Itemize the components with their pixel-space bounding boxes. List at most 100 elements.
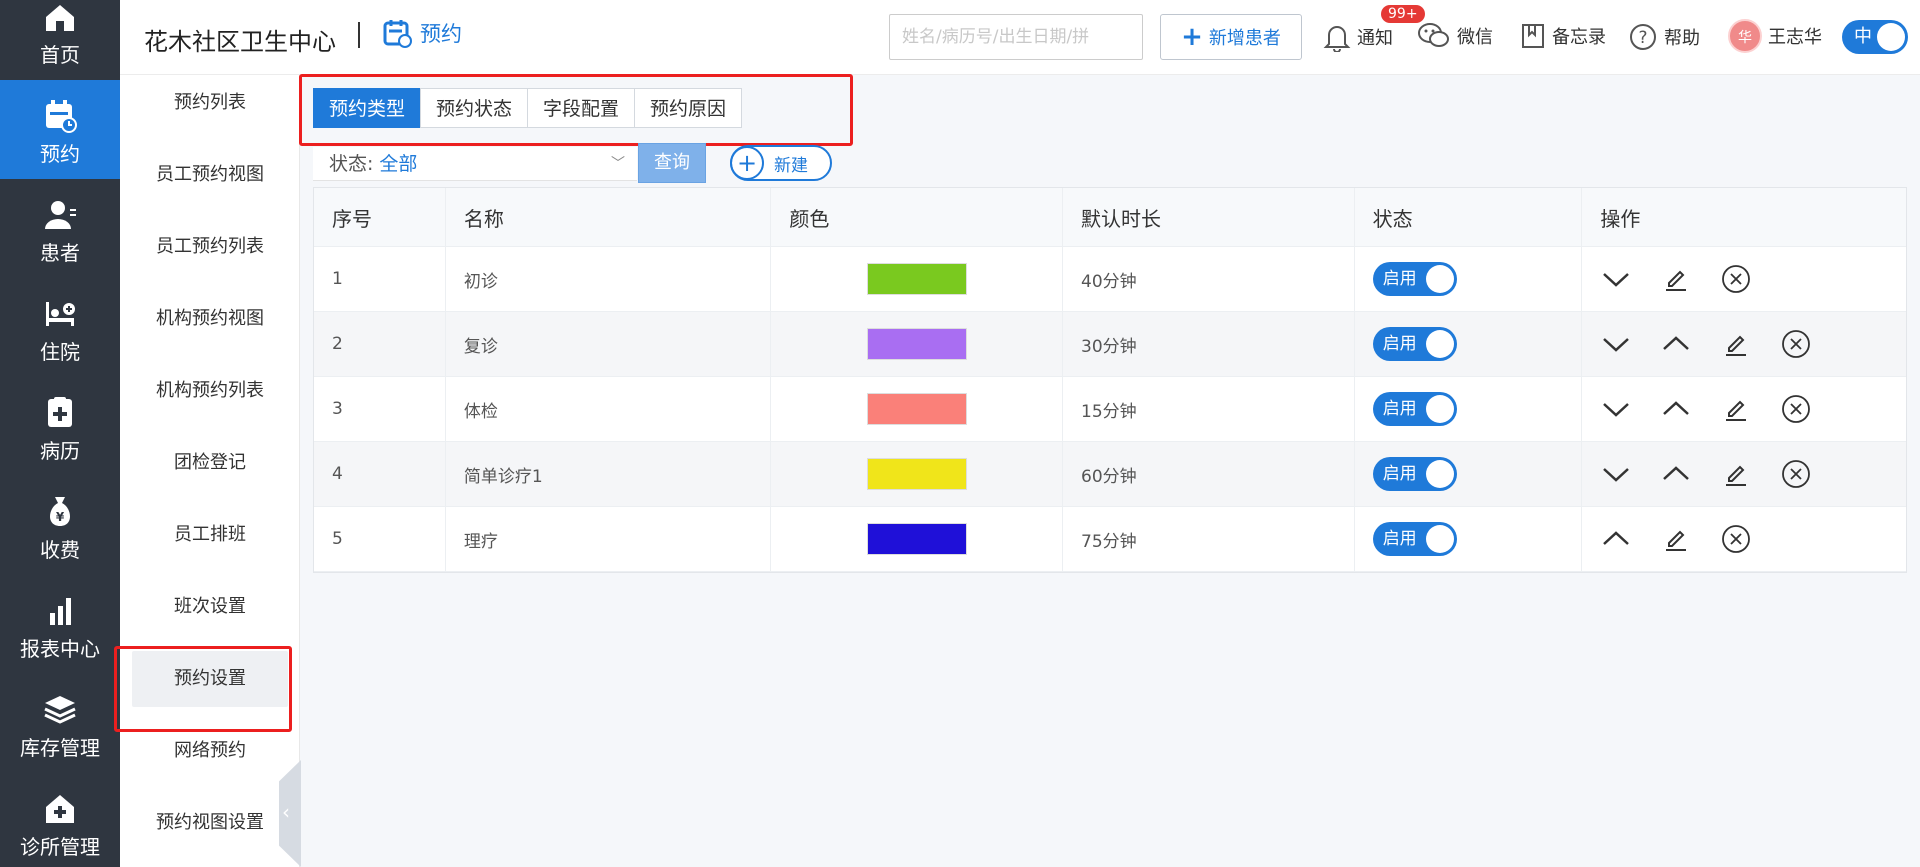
- subnav-item[interactable]: 员工预约视图: [132, 147, 288, 203]
- status-toggle[interactable]: 启用: [1372, 327, 1457, 361]
- nav-item-medical-record[interactable]: 病历: [0, 377, 120, 476]
- settings-tabs: 预约类型 预约状态 字段配置 预约原因: [313, 88, 743, 128]
- left-navigation: 首页预约 患者 住院 病历 ¥ 收费报表中心库存管理诊所管理: [0, 0, 120, 867]
- tab-item[interactable]: 预约原因: [634, 88, 743, 128]
- move-up-chevron-icon[interactable]: [1660, 458, 1692, 490]
- chevron-left-icon: ‹: [282, 800, 290, 824]
- cell-index: 3: [314, 377, 446, 441]
- cell-actions: [1582, 507, 1906, 571]
- cell-status: 启用: [1355, 312, 1583, 376]
- header-divider: [358, 22, 360, 48]
- top-header: 花木社区卫生中心 预约 + 新增患者 通知 99+ 微信 备忘录 ? 帮助 华 …: [120, 0, 1920, 75]
- delete-circle-x-icon[interactable]: [1720, 523, 1752, 555]
- status-toggle[interactable]: 启用: [1372, 392, 1457, 426]
- move-down-chevron-icon[interactable]: [1600, 328, 1632, 360]
- help-button[interactable]: ? 帮助: [1628, 22, 1700, 52]
- cell-duration: 60分钟: [1063, 442, 1355, 506]
- cell-color: [771, 507, 1064, 571]
- nav-item-money-bag[interactable]: ¥ 收费: [0, 476, 120, 575]
- nav-item-label: 库存管理: [20, 736, 100, 760]
- patient-search-input[interactable]: [889, 14, 1143, 60]
- status-filter-select[interactable]: 状态: 全部 ﹀: [313, 147, 637, 181]
- user-menu[interactable]: 华 王志华: [1728, 19, 1822, 53]
- cell-name: 初诊: [446, 247, 772, 311]
- edit-pencil-icon[interactable]: [1720, 328, 1752, 360]
- cell-name: 理疗: [446, 507, 772, 571]
- edit-pencil-icon[interactable]: [1660, 523, 1692, 555]
- add-patient-label: 新增患者: [1208, 28, 1281, 49]
- delete-circle-x-icon[interactable]: [1780, 393, 1812, 425]
- subnav-item[interactable]: 预约视图设置: [132, 795, 288, 851]
- cell-duration: 30分钟: [1063, 312, 1355, 376]
- move-up-chevron-icon[interactable]: [1660, 328, 1692, 360]
- status-toggle[interactable]: 启用: [1372, 262, 1457, 296]
- current-module[interactable]: 预约: [382, 18, 462, 48]
- color-swatch: [866, 263, 967, 295]
- move-down-chevron-icon[interactable]: [1600, 263, 1632, 295]
- edit-pencil-icon[interactable]: [1720, 458, 1752, 490]
- help-icon: ?: [1630, 24, 1656, 50]
- cell-actions: [1582, 442, 1906, 506]
- delete-circle-x-icon[interactable]: [1780, 458, 1812, 490]
- new-button[interactable]: + 新建: [730, 145, 832, 181]
- subnav-item[interactable]: 员工预约列表: [132, 219, 288, 275]
- calendar-icon: [383, 20, 412, 48]
- add-patient-button[interactable]: + 新增患者: [1160, 14, 1302, 60]
- status-filter-value: 全部: [379, 153, 418, 175]
- svg-text:¥: ¥: [56, 510, 65, 524]
- module-label: 预约: [420, 22, 462, 46]
- column-header: 状态: [1355, 188, 1583, 246]
- menu-highlight-box: [114, 646, 292, 732]
- move-down-chevron-icon[interactable]: [1600, 393, 1632, 425]
- delete-circle-x-icon[interactable]: [1780, 328, 1812, 360]
- move-up-chevron-icon[interactable]: [1600, 523, 1632, 555]
- column-header: 操作: [1600, 206, 1641, 231]
- nav-item-home[interactable]: 首页: [0, 0, 120, 80]
- nav-item-label: 首页: [40, 43, 80, 67]
- cell-duration: 40分钟: [1063, 247, 1355, 311]
- status-toggle[interactable]: 启用: [1372, 457, 1457, 491]
- table-row: 1 初诊 40分钟 启用: [314, 247, 1906, 312]
- plus-icon: +: [1181, 22, 1203, 52]
- calendar-icon: [46, 100, 77, 133]
- layers-icon: [44, 696, 76, 724]
- cell-actions: [1582, 247, 1906, 311]
- status-toggle[interactable]: 启用: [1372, 522, 1457, 556]
- user-name: 王志华: [1768, 27, 1822, 48]
- subnav-item[interactable]: 团检登记: [132, 435, 288, 491]
- nav-item-bar-chart[interactable]: 报表中心: [0, 575, 120, 674]
- nav-item-calendar[interactable]: 预约: [0, 80, 120, 179]
- nav-item-label: 报表中心: [20, 637, 100, 661]
- tab-item[interactable]: 预约状态: [420, 88, 529, 128]
- tab-item[interactable]: 字段配置: [527, 88, 636, 128]
- nav-item-clinic[interactable]: 诊所管理: [0, 773, 120, 867]
- subnav-item[interactable]: 班次设置: [132, 579, 288, 635]
- cell-duration: 75分钟: [1063, 507, 1355, 571]
- wechat-button[interactable]: 微信: [1417, 22, 1493, 50]
- edit-pencil-icon[interactable]: [1660, 263, 1692, 295]
- plus-circle-icon: +: [730, 146, 764, 180]
- subnav-item[interactable]: 预约列表: [132, 75, 288, 131]
- nav-item-label: 诊所管理: [20, 835, 100, 859]
- nav-item-bed[interactable]: 住院: [0, 278, 120, 377]
- subnav-item[interactable]: 机构预约视图: [132, 291, 288, 347]
- move-up-chevron-icon[interactable]: [1660, 393, 1692, 425]
- column-header: 名称: [446, 188, 772, 246]
- bed-icon: [46, 302, 75, 326]
- clinic-name: 花木社区卫生中心: [144, 28, 336, 56]
- memo-book-icon: [1522, 24, 1544, 48]
- delete-circle-x-icon[interactable]: [1720, 263, 1752, 295]
- tab-item[interactable]: 预约类型: [313, 88, 422, 128]
- move-down-chevron-icon[interactable]: [1600, 458, 1632, 490]
- memo-button[interactable]: 备忘录: [1520, 22, 1606, 50]
- query-button[interactable]: 查询: [638, 143, 706, 183]
- nav-item-user[interactable]: 患者: [0, 179, 120, 278]
- edit-pencil-icon[interactable]: [1720, 393, 1752, 425]
- notification-button[interactable]: 通知: [1323, 22, 1393, 52]
- cell-status: 启用: [1355, 377, 1583, 441]
- subnav-item[interactable]: 机构预约列表: [132, 363, 288, 419]
- language-toggle[interactable]: 中: [1842, 20, 1908, 54]
- subnav-item[interactable]: 员工排班: [132, 507, 288, 563]
- nav-item-layers[interactable]: 库存管理: [0, 674, 120, 773]
- cell-index: 4: [314, 442, 446, 506]
